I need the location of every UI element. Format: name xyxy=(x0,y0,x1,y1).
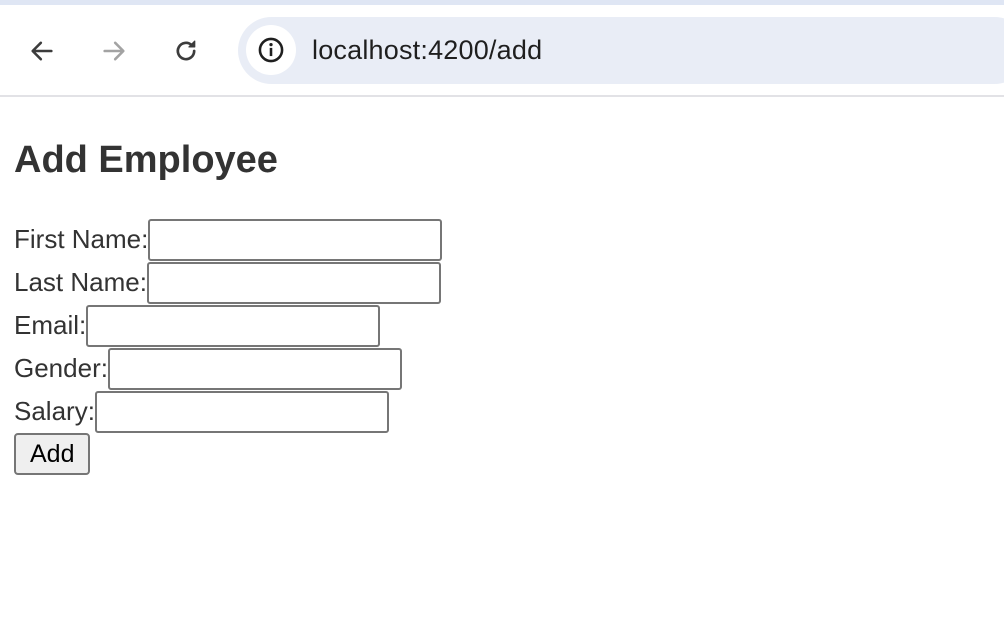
salary-label: Salary: xyxy=(14,396,95,426)
first-name-row: First Name: xyxy=(14,218,443,261)
add-employee-form: First Name: Last Name: Email: Gender: Sa… xyxy=(14,218,443,475)
salary-row: Salary: xyxy=(14,390,442,433)
site-info-button[interactable] xyxy=(246,25,296,75)
reload-icon xyxy=(176,40,196,61)
info-icon xyxy=(258,37,284,63)
gender-label: Gender: xyxy=(14,353,108,383)
add-button[interactable]: Add xyxy=(14,433,91,475)
salary-input[interactable] xyxy=(94,390,389,433)
url-text[interactable]: localhost:4200/add xyxy=(312,35,542,66)
page-content: Add Employee First Name: Last Name: Emai… xyxy=(14,130,443,475)
forward-button[interactable] xyxy=(94,31,134,71)
email-row: Email: xyxy=(14,304,442,347)
last-name-label: Last Name: xyxy=(14,267,147,297)
first-name-input[interactable] xyxy=(148,218,443,261)
gender-input[interactable] xyxy=(107,347,402,390)
email-input[interactable] xyxy=(86,304,381,347)
browser-toolbar: localhost:4200/add xyxy=(0,0,1004,97)
page-title: Add Employee xyxy=(14,139,278,181)
arrow-right-icon xyxy=(103,41,125,61)
gender-row: Gender: xyxy=(14,347,442,390)
address-bar[interactable]: localhost:4200/add xyxy=(238,17,1004,84)
last-name-input[interactable] xyxy=(146,261,441,304)
arrow-left-icon xyxy=(31,41,53,61)
email-label: Email: xyxy=(14,310,87,340)
back-button[interactable] xyxy=(22,31,62,71)
reload-button[interactable] xyxy=(166,31,206,71)
last-name-row: Last Name: xyxy=(14,261,442,304)
first-name-label: First Name: xyxy=(14,224,149,254)
